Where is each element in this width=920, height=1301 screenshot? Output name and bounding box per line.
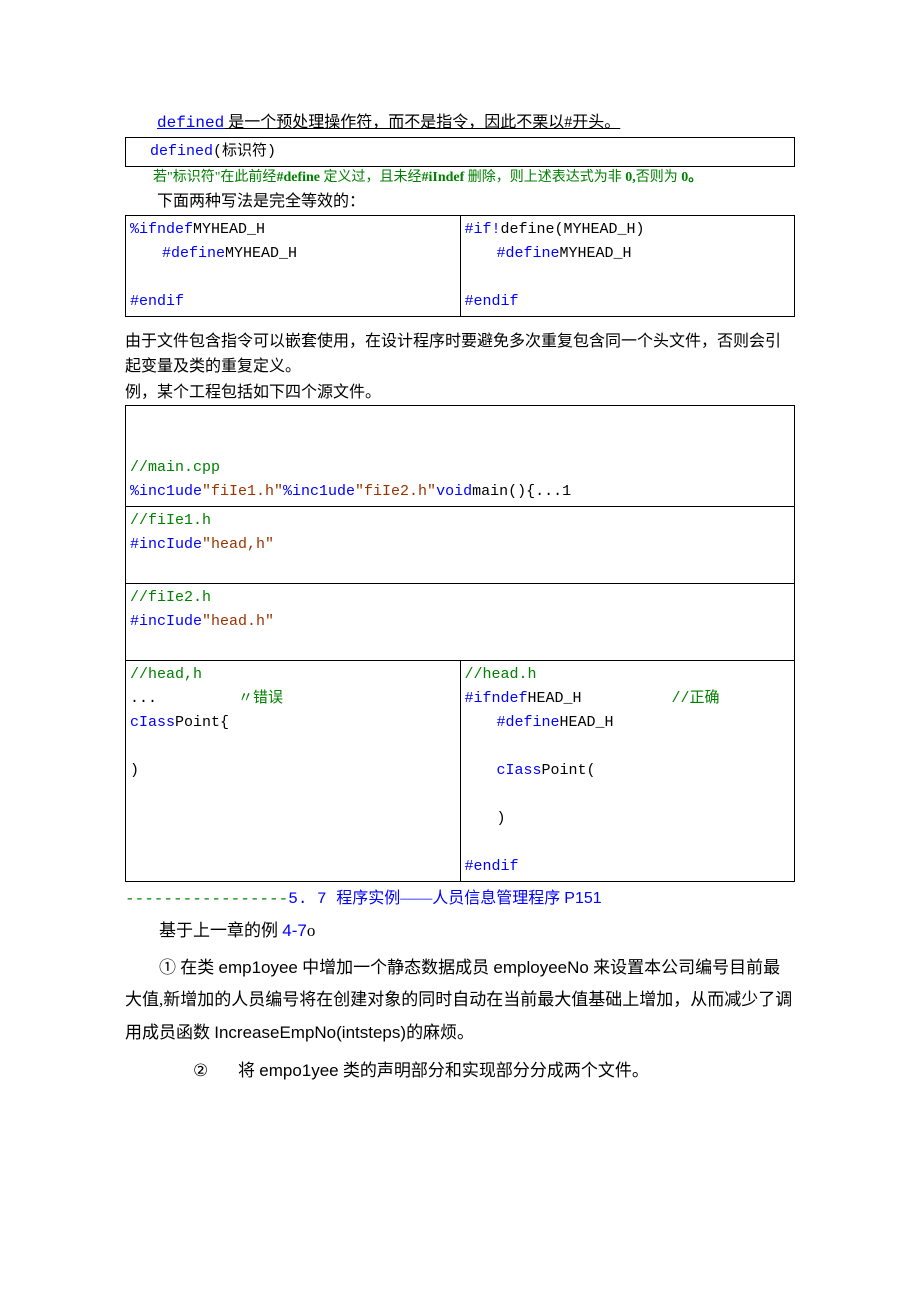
code-file2-inc: #incIude (130, 613, 202, 630)
code-l3: #endif (130, 290, 456, 314)
table-source-files: //main.cpp %inc1ude"fiIe1.h"%inc1ude"fiI… (125, 405, 795, 882)
text-i1f: IncreaseEmpNo(intsteps) (214, 1023, 406, 1042)
section-number: 5. 7 (288, 890, 336, 908)
paragraph-based-on: 基于上一章的例 4-7o (125, 917, 795, 944)
code-file1-head: "head,h" (202, 536, 274, 553)
section-page: P151 (564, 890, 601, 907)
text-i2a: 将 (238, 1061, 259, 1080)
paragraph-nested-include: 由于文件包含指令可以嵌套使用，在设计程序时要避免多次重复包含同一个头文件，否则会… (125, 329, 795, 380)
text-base-c: o (307, 921, 316, 940)
code-file2-head: "head.h" (202, 613, 274, 630)
code-r1a: #if! (465, 221, 501, 238)
section-dashes: ----------------- (125, 890, 288, 908)
code-r3: #endif (465, 290, 791, 314)
text-expl-a: 若"标识符"在此前经 (153, 170, 276, 185)
code-headc-macro: HEAD_H (528, 690, 582, 707)
code-headc-point: Point( (542, 762, 596, 779)
code-headw-err: 〃错误 (238, 690, 283, 707)
code-inc1: %inc1ude (130, 483, 202, 500)
code-void: void (436, 483, 472, 500)
code-headc-ok: //正确 (672, 690, 720, 707)
code-headc-comment: //head.h (465, 663, 791, 687)
text-expl-b: #define (276, 170, 320, 185)
cell-main-cpp: //main.cpp %inc1ude"fiIe1.h"%inc1ude"fiI… (126, 406, 795, 507)
code-defined-arg: (标识符) (213, 143, 276, 160)
code-defined-kw: defined (150, 143, 213, 160)
code-headc-macro2: HEAD_H (560, 714, 614, 731)
code-headw-comment: //head,h (130, 663, 456, 687)
cell-ifdefine-right: #if!define(MYHEAD_H) #defineMYHEAD_H #en… (460, 215, 795, 316)
text-i2b: empo1yee (259, 1061, 338, 1080)
code-headc-ifndef: #ifndef (465, 690, 528, 707)
paragraph-equivalent: 下面两种写法是完全等效的： (125, 189, 795, 215)
text-i1c: 中增加一个静态数据成员 (298, 958, 494, 977)
code-inc2: %inc1ude (283, 483, 355, 500)
cell-defined-syntax: defined(标识符) (126, 137, 795, 166)
text-expl-g: 否则为 (636, 170, 682, 185)
code-headc-define: #define (497, 714, 560, 731)
code-main-comment: //main.cpp (130, 456, 790, 480)
code-l1a: %ifndef (130, 221, 193, 238)
code-headw-class: cIass (130, 714, 175, 731)
cell-file1-h: //fiIe1.h #incIude"head,h" (126, 507, 795, 584)
cell-ifndef-left: %ifndefMYHEAD_H #defineMYHEAD_H #endif (126, 215, 461, 316)
code-inc2f: "fiIe2.h" (355, 483, 436, 500)
section-heading: -----------------5. 7 程序实例——人员信息管理程序 P15… (125, 886, 795, 913)
code-main-fn: main(){...1 (472, 483, 571, 500)
code-defined: defined (157, 114, 224, 132)
text-base-a: 基于上一章的例 (159, 921, 282, 940)
paragraph-example-intro: 例，某个工程包括如下四个源文件。 (125, 380, 795, 406)
list-item-2: ② 将 empo1yee 类的声明部分和实现部分分成两个文件。 (125, 1057, 795, 1084)
text-expl-d: #iIndef (422, 170, 465, 185)
code-l2b: MYHEAD_H (225, 245, 297, 262)
text-defined-desc: 是一个预处理操作符，而不是指令，因此不栗以#开头。 (224, 114, 620, 131)
text-i2c: 类的声明部分和实现部分分成两个文件。 (339, 1061, 649, 1080)
section-label: 程序实例——人员信息管理程序 (336, 890, 564, 907)
text-i1b: emp1oyee (219, 958, 298, 977)
paragraph-define-explain: 若"标识符"在此前经#define 定义过，且未经#iIndef 删除，则上述表… (125, 167, 795, 189)
code-l1b: MYHEAD_H (193, 221, 265, 238)
code-headw-point: Point{ (175, 714, 229, 731)
code-l2a: #define (162, 245, 225, 262)
code-file1-inc: #incIude (130, 536, 202, 553)
code-headc-close: ) (465, 807, 791, 831)
cell-head-correct: //head.h #ifndefHEAD_H//正确 #defineHEAD_H… (460, 661, 795, 882)
cell-head-wrong: //head,h ... 〃错误 cIassPoint{ ) (126, 661, 461, 882)
code-headw-dots: ... (130, 690, 238, 707)
table-equivalent-code: %ifndefMYHEAD_H #defineMYHEAD_H #endif #… (125, 215, 795, 317)
text-base-b: 4-7 (282, 921, 307, 940)
code-headc-class: cIass (497, 762, 542, 779)
code-file2-comment: //fiIe2.h (130, 586, 790, 610)
code-r1b: define(MYHEAD_H) (501, 221, 645, 238)
text-i1a: ① 在类 (159, 958, 219, 977)
table-defined-syntax: defined(标识符) (125, 137, 795, 167)
code-headw-close: ) (130, 759, 456, 783)
text-i1d: employeeNo (493, 958, 588, 977)
text-i1g: 的麻烦。 (406, 1023, 474, 1042)
list-item-1: ① 在类 emp1oyee 中增加一个静态数据成员 employeeNo 来设置… (125, 952, 795, 1049)
code-inc1f: "fiIe1.h" (202, 483, 283, 500)
text-expl-f: 0, (625, 170, 636, 185)
text-expl-h: 0。 (681, 170, 702, 185)
cell-file2-h: //fiIe2.h #incIude"head.h" (126, 584, 795, 661)
text-i2n: ② (159, 1057, 208, 1084)
code-r2a: #define (497, 245, 560, 262)
code-headc-endif: #endif (465, 855, 791, 879)
code-file1-comment: //fiIe1.h (130, 509, 790, 533)
text-expl-e: 删除，则上述表达式为非 (464, 170, 625, 185)
text-expl-c: 定义过，且未经 (320, 170, 422, 185)
paragraph-defined-intro: defined 是一个预处理操作符，而不是指令，因此不栗以#开头。 (125, 110, 795, 137)
code-r2b: MYHEAD_H (560, 245, 632, 262)
